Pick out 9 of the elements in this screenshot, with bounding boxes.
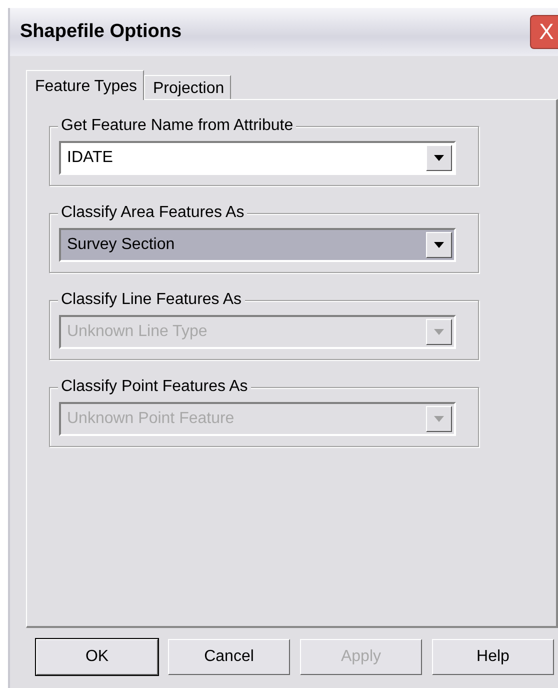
dialog-button[interactable]: Cancel xyxy=(168,639,290,675)
close-button[interactable]: X xyxy=(530,15,558,49)
dialog-button[interactable]: OK xyxy=(36,639,158,675)
dropdown[interactable]: Survey Section xyxy=(59,228,456,262)
tab[interactable]: Feature Types xyxy=(26,70,144,100)
window-title: Shapefile Options xyxy=(20,20,182,44)
tab[interactable]: Projection xyxy=(144,75,232,99)
dialog-button[interactable]: Help xyxy=(432,639,554,675)
dropdown[interactable]: IDATE xyxy=(59,141,456,175)
